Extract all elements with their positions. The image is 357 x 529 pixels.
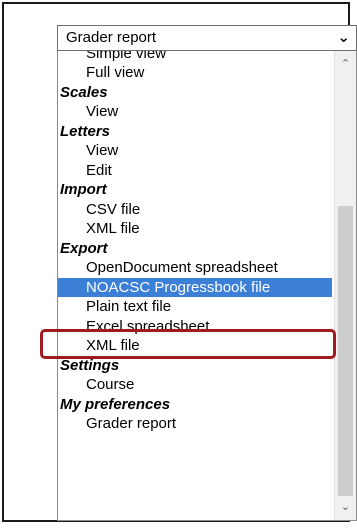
optgroup-label: Scales (58, 83, 332, 103)
list-item-label: Letters (60, 122, 111, 140)
list-item-label: Course (86, 376, 135, 393)
list-item-label: Plain text file (86, 298, 172, 315)
list-item-label: NOACSC Progressbook file (86, 278, 271, 296)
chevron-down-icon[interactable]: ⌄ (337, 28, 350, 46)
dropdown-listbox[interactable]: Simple view Full view Scales View Letters Vie… (57, 51, 357, 521)
dropdown-options: Simple view Full view Scales View Letters Vie… (58, 51, 332, 434)
selected-option[interactable]: NOACSC Progressbook file (58, 277, 332, 297)
list-item[interactable]: OpenDocument spreadsheet (58, 258, 332, 278)
list-item[interactable]: XML file (58, 219, 332, 239)
list-item[interactable]: Plain text file (58, 297, 332, 317)
list-item[interactable]: View (58, 102, 332, 122)
scroll-up-icon[interactable]: ⌃ (335, 55, 356, 73)
optgroup-label: My preferences (58, 395, 332, 415)
list-item[interactable]: Excel spreadsheet (58, 317, 332, 337)
list-item-label: OpenDocument spreadsheet (86, 259, 278, 276)
scroll-thumb[interactable] (338, 206, 353, 496)
list-item[interactable]: Edit (58, 161, 332, 181)
list-item-label: Grader report (86, 415, 177, 432)
list-item-label: My preferences (60, 395, 171, 413)
list-item-label: Settings (60, 356, 120, 374)
list-item-label: Scales (60, 83, 108, 101)
list-item[interactable]: CSV file (58, 200, 332, 220)
list-item-label: XML file (86, 220, 140, 237)
select-value: Grader report (66, 29, 157, 46)
list-item[interactable]: Simple view (58, 51, 332, 63)
list-item-label: Edit (86, 161, 112, 179)
optgroup-label: Settings (58, 356, 332, 376)
list-item[interactable]: Grader report (58, 414, 332, 434)
optgroup-label: Letters (58, 122, 332, 142)
list-item-label: View (86, 103, 119, 120)
list-item-label: Export (60, 239, 108, 257)
list-item[interactable]: XML file (58, 336, 332, 356)
list-item-label: Full view (86, 64, 145, 81)
list-item-label: Simple view (86, 51, 167, 62)
optgroup-label: Import (58, 180, 332, 200)
list-item[interactable]: Full view (58, 63, 332, 83)
list-item[interactable]: View (58, 141, 332, 161)
list-item-label: View (86, 142, 119, 159)
optgroup-label: Export (58, 239, 332, 259)
scrollbar[interactable]: ⌃ ⌄ (334, 51, 356, 520)
list-item-label: CSV file (86, 200, 141, 218)
scroll-down-icon[interactable]: ⌄ (335, 498, 356, 516)
list-item-label: Excel spreadsheet (86, 317, 210, 335)
list-item-label: XML file (86, 337, 140, 354)
report-select[interactable]: Grader report ⌄ (57, 25, 357, 51)
list-item[interactable]: Course (58, 375, 332, 395)
list-item-label: Import (60, 181, 107, 198)
